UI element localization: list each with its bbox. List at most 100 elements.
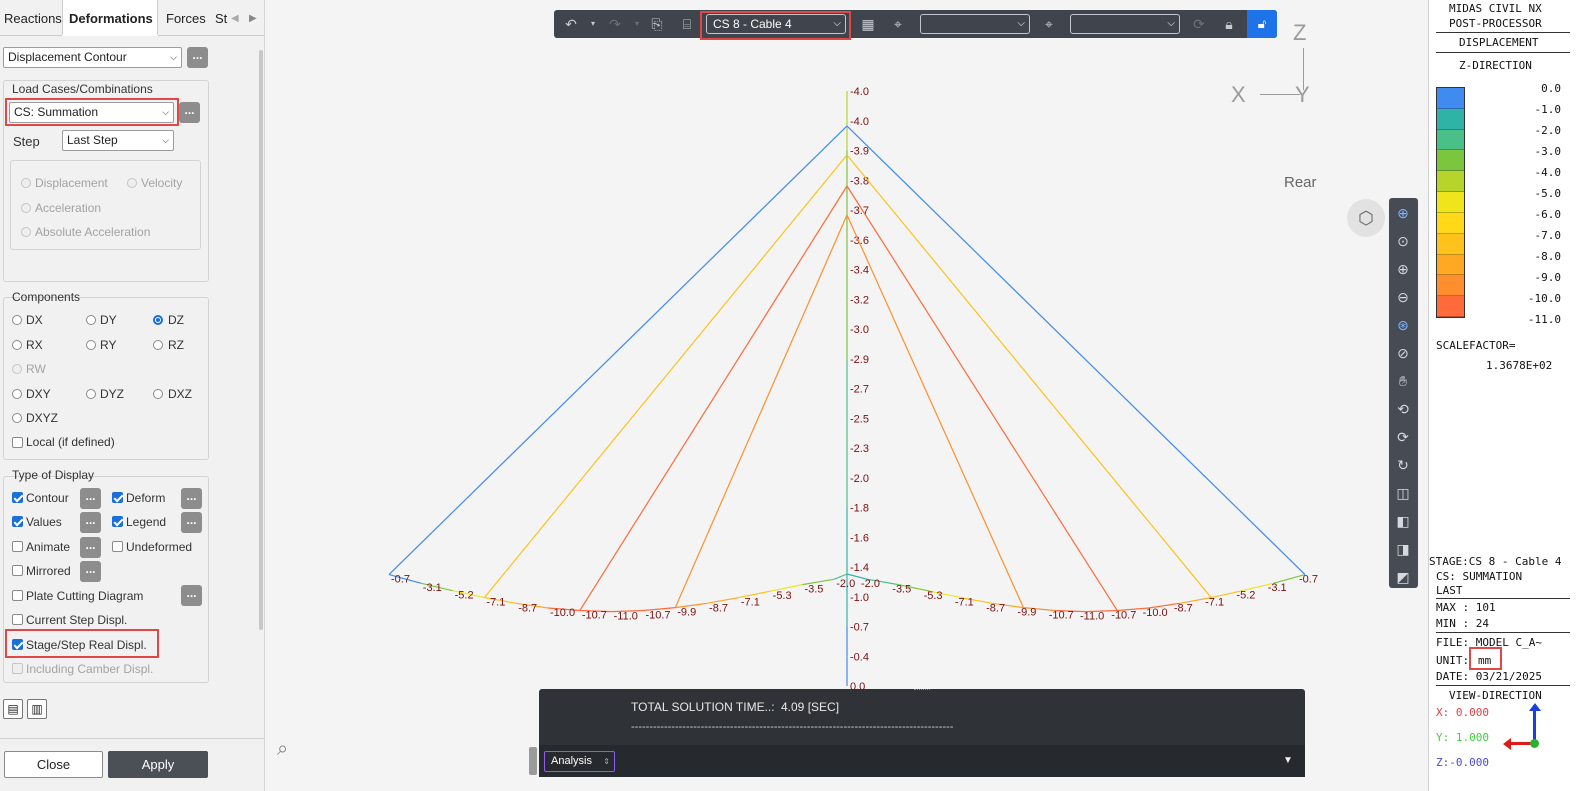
zoom-window-icon[interactable]: ⊙ bbox=[1394, 232, 1412, 250]
zoom-fit-icon[interactable]: ⊕ bbox=[1394, 204, 1412, 222]
absolute-acceleration-radio[interactable] bbox=[21, 227, 31, 237]
current-step-checkbox[interactable] bbox=[12, 614, 23, 625]
view-direction-label: VIEW-DIRECTION bbox=[1449, 689, 1542, 702]
legend-checkbox[interactable] bbox=[112, 516, 123, 527]
contour-checkbox[interactable] bbox=[12, 492, 23, 503]
result-type-select[interactable]: Displacement Contour ⌵ bbox=[3, 47, 182, 68]
plate-cutting-checkbox[interactable] bbox=[12, 590, 23, 601]
iso-view-icon[interactable]: ◫ bbox=[1394, 484, 1412, 502]
panel-scrollbar[interactable] bbox=[259, 50, 263, 630]
pylon-value-label: -4.0 bbox=[850, 116, 869, 128]
legend-color-band bbox=[1437, 129, 1464, 151]
deform-label: Deform bbox=[126, 491, 166, 505]
tab-scroll-left-icon[interactable]: ◀ bbox=[231, 0, 239, 36]
values-options-button[interactable]: ... bbox=[80, 512, 101, 533]
deformed-model: -4.0-4.0-3.9-3.8-3.7-3.6-3.4-3.2-3.0-2.9… bbox=[388, 86, 1318, 693]
animate-checkbox[interactable] bbox=[12, 541, 23, 552]
load-case-options-button[interactable]: ... bbox=[179, 102, 200, 123]
pylon-value-label: -2.5 bbox=[850, 413, 869, 425]
max-info: MAX : 101 bbox=[1436, 601, 1496, 614]
values-checkbox[interactable] bbox=[12, 516, 23, 527]
plate-cutting-options-button[interactable]: ... bbox=[181, 585, 202, 606]
deck-value-label: -7.1 bbox=[955, 597, 974, 609]
component-rw-radio[interactable] bbox=[12, 364, 22, 374]
zoom-dynamic-icon[interactable]: ⊘ bbox=[1394, 344, 1412, 362]
refresh-icon[interactable]: ⟳ bbox=[1190, 15, 1208, 33]
component-rz-radio[interactable] bbox=[153, 340, 163, 350]
legend-value: -3.0 bbox=[1534, 145, 1562, 158]
console-resize-handle[interactable] bbox=[914, 689, 930, 692]
console-grip[interactable] bbox=[529, 747, 537, 775]
component-dy-radio[interactable] bbox=[86, 315, 96, 325]
component-dxy-radio[interactable] bbox=[12, 389, 22, 399]
legend-label: Legend bbox=[126, 515, 167, 529]
animate-options-button[interactable]: ... bbox=[80, 537, 101, 558]
camber-checkbox[interactable] bbox=[12, 663, 23, 674]
mirrored-checkbox[interactable] bbox=[12, 565, 23, 576]
tab-deformations[interactable]: Deformations bbox=[62, 0, 158, 36]
folder-icon[interactable]: ▤ bbox=[3, 699, 23, 719]
tab-reactions[interactable]: Reactions bbox=[4, 0, 62, 36]
model-viewport[interactable]: -4.0 -4.0 -3.9 -3.8 -3.7 -3.6 -3.4 -3.2 -3.0 -2.9… bbox=[265, 0, 1428, 791]
rotate-icon[interactable]: ⟲ bbox=[1394, 400, 1412, 418]
acceleration-label: Acceleration bbox=[35, 201, 102, 215]
redo-icon[interactable]: ↷ bbox=[606, 15, 624, 33]
tab-forces[interactable]: Forces bbox=[166, 0, 210, 36]
component-dx-radio[interactable] bbox=[12, 315, 22, 325]
zoom-out-icon[interactable]: ⊖ bbox=[1394, 288, 1412, 306]
select-dropdown-3[interactable]: ⌵ bbox=[1070, 14, 1180, 34]
component-ry-radio[interactable] bbox=[86, 340, 96, 350]
rotate-axis-icon[interactable]: ⟳ bbox=[1394, 428, 1412, 446]
orbit-icon[interactable]: ↻ bbox=[1394, 456, 1412, 474]
deck-value-label: -8.7 bbox=[986, 602, 1005, 614]
zoom-in-icon[interactable]: ⊕ bbox=[1394, 260, 1412, 278]
magnifier-icon[interactable]: ⌕ bbox=[277, 738, 313, 774]
tab-scroll-right-icon[interactable]: ▶ bbox=[249, 0, 257, 36]
component-dxz-radio[interactable] bbox=[153, 389, 163, 399]
close-button[interactable]: Close bbox=[4, 751, 103, 778]
document-icon[interactable]: ⎘ bbox=[648, 15, 666, 33]
displacement-radio[interactable] bbox=[21, 178, 31, 188]
undo-icon[interactable]: ↶ bbox=[562, 15, 580, 33]
contour-options-button[interactable]: ... bbox=[80, 488, 101, 509]
component-dz-radio[interactable] bbox=[153, 315, 163, 325]
side-view-icon[interactable]: ◩ bbox=[1394, 568, 1412, 586]
analysis-tab[interactable]: Analysis ⇕ bbox=[544, 751, 615, 772]
component-dyz-radio[interactable] bbox=[86, 389, 96, 399]
select-dropdown-2[interactable]: ⌵ bbox=[920, 14, 1030, 34]
component-rx-radio[interactable] bbox=[12, 340, 22, 350]
result-type-options-button[interactable]: ... bbox=[187, 47, 208, 68]
step-select[interactable]: Last Step ⌵ bbox=[62, 130, 174, 151]
legend-options-button[interactable]: ... bbox=[181, 512, 202, 533]
deform-options-button[interactable]: ... bbox=[181, 488, 202, 509]
model-view-icon[interactable]: ⌸ bbox=[678, 15, 696, 33]
scalefactor-value: 1.3678E+02 bbox=[1486, 359, 1553, 372]
legend-value: -6.0 bbox=[1534, 208, 1562, 221]
stage-table-icon[interactable]: ▦ bbox=[859, 15, 877, 33]
unlock-icon[interactable]: 🔓︎ bbox=[1247, 10, 1277, 38]
console-tab-bar bbox=[539, 745, 1305, 777]
undeformed-checkbox[interactable] bbox=[112, 541, 123, 552]
view-cube-icon[interactable]: ⬡ bbox=[1347, 199, 1385, 237]
app-subtitle: POST-PROCESSOR bbox=[1449, 17, 1542, 30]
apply-button[interactable]: Apply bbox=[108, 751, 208, 778]
local-checkbox[interactable] bbox=[12, 437, 23, 448]
component-dxyz-radio[interactable] bbox=[12, 413, 22, 423]
mirrored-options-button[interactable]: ... bbox=[80, 561, 101, 582]
pan-hand-icon[interactable]: ✋︎ bbox=[1394, 372, 1412, 390]
undo-dropdown-icon[interactable]: ▾ bbox=[584, 15, 602, 33]
console-collapse-icon[interactable]: ▼ bbox=[1283, 755, 1293, 766]
view-x: X: 0.000 bbox=[1436, 706, 1489, 719]
top-view-icon[interactable]: ◨ bbox=[1394, 540, 1412, 558]
velocity-radio[interactable] bbox=[127, 178, 137, 188]
select-pointer-icon[interactable]: ⌖ bbox=[889, 15, 907, 33]
redo-dropdown-icon[interactable]: ▾ bbox=[628, 15, 646, 33]
filter-pointer-icon[interactable]: ⌖ bbox=[1040, 15, 1058, 33]
acceleration-radio[interactable] bbox=[21, 203, 31, 213]
save-icon[interactable]: ▥ bbox=[27, 699, 47, 719]
lock-icon[interactable]: 🔒︎ bbox=[1220, 15, 1238, 33]
deform-checkbox[interactable] bbox=[112, 492, 123, 503]
tab-stresses[interactable]: St bbox=[215, 0, 229, 36]
front-view-icon[interactable]: ◧ bbox=[1394, 512, 1412, 530]
zoom-all-icon[interactable]: ⊛ bbox=[1394, 316, 1412, 334]
